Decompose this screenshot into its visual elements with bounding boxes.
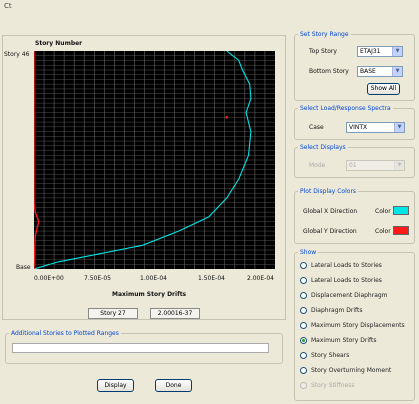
y-color-label: Color <box>375 228 391 235</box>
show-option-radio[interactable]: Story Overturning Moment <box>300 366 410 376</box>
show-option-label: Story Stiffness <box>311 382 355 389</box>
show-option-radio[interactable]: Maximum Story Displacements <box>300 321 410 331</box>
case-value: VINTX <box>349 124 368 131</box>
show-option-label: Displacement Diaphragm <box>311 292 388 299</box>
radio-dot-icon <box>300 322 307 329</box>
chart-grid <box>34 51 275 269</box>
radio-dot-icon <box>300 292 307 299</box>
chart-svg <box>34 51 275 269</box>
display-colors-group: Plot Display Colors <box>294 188 415 244</box>
show-option-label: Story Overturning Moment <box>311 367 392 374</box>
y-direction-label: Global Y Direction <box>303 228 357 235</box>
top-story-select[interactable]: ETAJ31 ▼ <box>357 46 403 57</box>
show-option-radio[interactable]: Maximum Story Drifts <box>300 336 410 346</box>
show-option-label: Lateral Loads to Stories <box>311 277 382 284</box>
case-label: Case <box>309 124 324 131</box>
show-option-label: Maximum Story Drifts <box>311 337 377 344</box>
show-option-label: Lateral Loads to Stories <box>311 262 382 269</box>
x-color-label: Color <box>375 208 391 215</box>
show-option-radio[interactable]: Lateral Loads to Stories <box>300 276 410 286</box>
value-readout: 2.00016-37 <box>150 308 200 319</box>
additional-stories-legend: Additional Stories to Plotted Ranges <box>11 330 119 337</box>
show-option-radio[interactable]: Lateral Loads to Stories <box>300 261 410 271</box>
show-option-radio: Story Stiffness <box>300 381 410 391</box>
x-tick-label-0: 0.00E+00 <box>34 275 64 282</box>
x-tick-label-1: 7.50E-05 <box>84 275 111 282</box>
x-tick-label-2: 1.00E-04 <box>140 275 167 282</box>
show-option-radio[interactable]: Diaphragm Drifts <box>300 306 410 316</box>
radio-dot-icon <box>300 262 307 269</box>
radio-dot-icon <box>300 352 307 359</box>
radio-dot-icon <box>300 382 307 389</box>
mode-label: Mode <box>309 162 326 169</box>
y-top-label: Story 46 <box>4 51 30 58</box>
x-direction-label: Global X Direction <box>303 208 358 215</box>
show-option-label: Maximum Story Displacements <box>311 322 405 329</box>
window-title: Ct <box>4 2 12 10</box>
story-range-legend: Set Story Range <box>300 31 349 38</box>
selected-point-marker <box>225 116 229 119</box>
story-readout: Story 27 <box>88 308 138 319</box>
show-option-radio[interactable]: Story Shears <box>300 351 410 361</box>
x-tick-label-3: 1.50E-04 <box>198 275 225 282</box>
show-option-radio[interactable]: Displacement Diaphragm <box>300 291 410 301</box>
chevron-down-icon: ▼ <box>392 67 402 76</box>
chart-plot-area <box>34 51 275 269</box>
x-axis-label: Maximum Story Drifts <box>112 291 187 298</box>
radio-dot-icon <box>300 307 307 314</box>
show-option-label: Diaphragm Drifts <box>311 307 363 314</box>
y-direction-color-swatch[interactable] <box>393 226 409 235</box>
case-legend: Select Load/Response Spectra <box>300 105 391 112</box>
top-story-label: Top Story <box>309 48 337 55</box>
x-direction-color-swatch[interactable] <box>393 206 409 215</box>
x-tick-label-4: 2.00E-04 <box>247 275 274 282</box>
bottom-story-select[interactable]: BASE ▼ <box>357 66 403 77</box>
mode-value: 01 <box>349 162 357 169</box>
radio-dot-icon <box>300 367 307 374</box>
show-all-button[interactable]: Show All <box>367 83 400 95</box>
radio-dot-icon <box>300 277 307 284</box>
displays-legend: Select Displays <box>300 144 346 151</box>
window-titlebar: Ct <box>0 0 419 14</box>
y-bottom-label: Base <box>16 264 31 271</box>
show-option-label: Story Shears <box>311 352 350 359</box>
display-button[interactable]: Display <box>97 379 134 392</box>
additional-stories-input[interactable] <box>12 343 269 353</box>
case-select[interactable]: VINTX ▼ <box>346 122 405 133</box>
display-colors-legend: Plot Display Colors <box>300 188 357 195</box>
chart-title: Story Number <box>35 40 83 47</box>
bottom-story-value: BASE <box>360 68 376 75</box>
chevron-down-icon: ▼ <box>394 161 404 170</box>
radio-dot-icon <box>300 337 307 344</box>
top-story-value: ETAJ31 <box>360 48 381 55</box>
bottom-story-label: Bottom Story <box>309 68 349 75</box>
show-legend: Show <box>300 249 317 256</box>
chevron-down-icon: ▼ <box>394 123 404 132</box>
done-button[interactable]: Done <box>155 379 192 392</box>
chevron-down-icon: ▼ <box>392 47 402 56</box>
mode-select: 01 ▼ <box>346 160 405 171</box>
